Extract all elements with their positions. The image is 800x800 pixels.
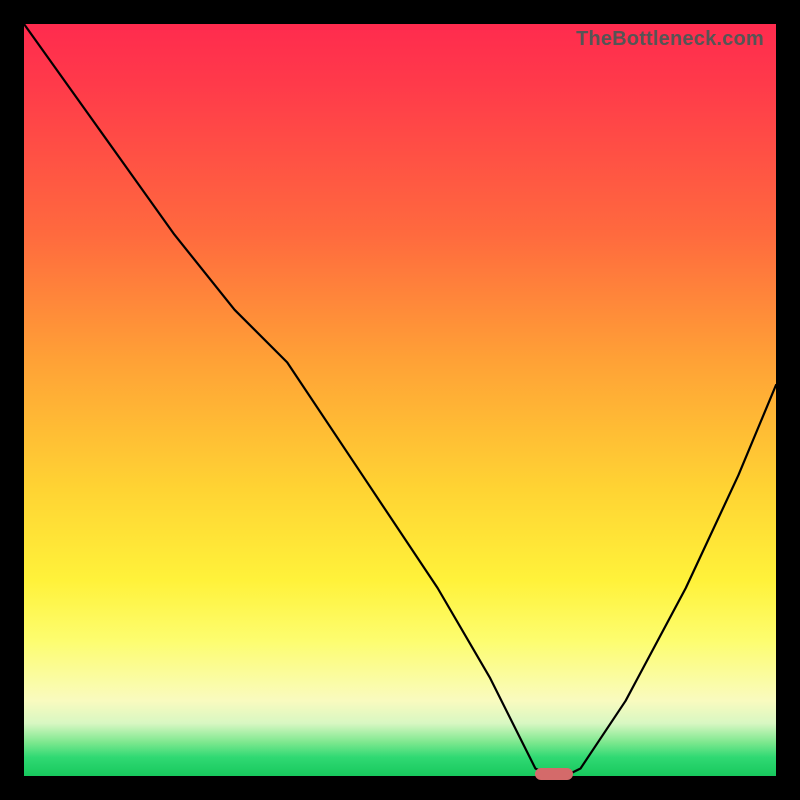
plot-area: TheBottleneck.com <box>24 24 776 776</box>
bottleneck-curve <box>24 24 776 776</box>
optimal-marker <box>535 768 573 780</box>
chart-frame: TheBottleneck.com <box>0 0 800 800</box>
curve-path <box>24 24 776 776</box>
